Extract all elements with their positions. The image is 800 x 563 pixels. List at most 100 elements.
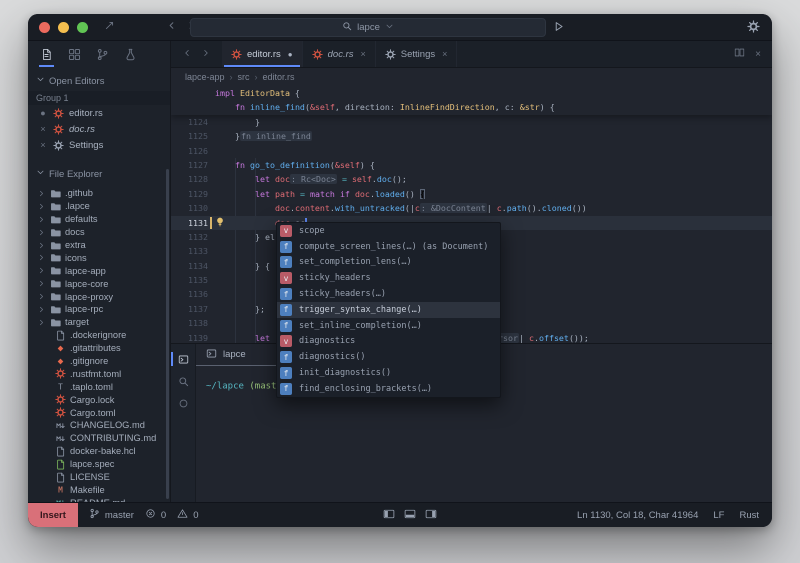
open-editor-item[interactable]: ×doc.rs bbox=[28, 121, 170, 137]
tree-file-item[interactable]: CONTRIBUTING.md bbox=[28, 432, 170, 445]
chevron-right-icon bbox=[37, 266, 46, 275]
completion-item[interactable]: fdiagnostics() bbox=[277, 349, 500, 365]
window-menu-icon[interactable] bbox=[104, 18, 115, 36]
completion-item[interactable]: fsticky_headers(…) bbox=[277, 286, 500, 302]
file-tree: .github.lapcedefaultsdocsextraiconslapce… bbox=[28, 187, 170, 502]
command-palette[interactable]: lapce bbox=[190, 18, 546, 37]
back-button[interactable] bbox=[166, 18, 177, 36]
tree-file-item[interactable]: Cargo.toml bbox=[28, 406, 170, 419]
code-line[interactable]: 1127 fn go_to_definition(&self) { bbox=[171, 158, 772, 172]
completion-item[interactable]: ftrigger_syntax_change(…) bbox=[277, 302, 500, 318]
completion-item[interactable]: vdiagnostics bbox=[277, 334, 500, 350]
code-line[interactable]: 1130 doc.content.with_untracked(|c: &Doc… bbox=[171, 201, 772, 215]
plugin-panel-button[interactable] bbox=[60, 41, 88, 67]
error-indicator[interactable]: 0 bbox=[145, 508, 166, 522]
sidebar-scrollbar[interactable] bbox=[166, 169, 169, 499]
tree-folder-item[interactable]: extra bbox=[28, 239, 170, 252]
file-explorer-header[interactable]: File Explorer bbox=[28, 166, 170, 182]
close-icon[interactable]: × bbox=[38, 124, 48, 134]
warning-indicator[interactable]: 0 bbox=[177, 508, 198, 522]
completion-item[interactable]: vscope bbox=[277, 223, 500, 239]
tree-file-item[interactable]: T.taplo.toml bbox=[28, 380, 170, 393]
completion-item[interactable]: finit_diagnostics() bbox=[277, 365, 500, 381]
split-editor-icon[interactable] bbox=[734, 45, 745, 63]
code-line[interactable]: 1124 } bbox=[171, 115, 772, 129]
function-kind-icon: f bbox=[280, 288, 292, 300]
tree-file-item[interactable]: docker-bake.hcl bbox=[28, 445, 170, 458]
tree-item-label: docker-bake.hcl bbox=[70, 446, 136, 456]
tree-file-item[interactable]: .rustfmt.toml bbox=[28, 367, 170, 380]
terminal-panel-button[interactable] bbox=[171, 348, 195, 370]
tree-folder-item[interactable]: lapce-app bbox=[28, 264, 170, 277]
modified-dot-icon[interactable]: ● bbox=[288, 50, 293, 59]
language-mode[interactable]: Rust bbox=[739, 510, 759, 521]
tree-item-label: .gitattributes bbox=[70, 343, 121, 353]
tree-file-item[interactable]: lapce.spec bbox=[28, 458, 170, 471]
tree-file-item[interactable]: LICENSE bbox=[28, 471, 170, 484]
branch-indicator[interactable]: master bbox=[89, 508, 134, 522]
code-line[interactable]: 1128 let doc: Rc<Doc> = self.doc(); bbox=[171, 172, 772, 186]
settings-gear-icon[interactable] bbox=[747, 20, 760, 38]
toggle-left-panel-icon[interactable] bbox=[383, 508, 395, 523]
cursor-position[interactable]: Ln 1130, Col 18, Char 41964 bbox=[577, 510, 698, 521]
tab-editor-rs[interactable]: editor.rs● bbox=[222, 41, 303, 67]
toggle-bottom-panel-icon[interactable] bbox=[404, 508, 416, 523]
tree-file-item[interactable]: .gitattributes bbox=[28, 342, 170, 355]
completion-item[interactable]: fset_inline_completion(…) bbox=[277, 318, 500, 334]
open-editor-item[interactable]: ●editor.rs bbox=[28, 105, 170, 121]
tree-file-item[interactable]: .gitignore bbox=[28, 355, 170, 368]
breadcrumb-part[interactable]: lapce-app bbox=[185, 72, 225, 82]
code-line[interactable]: 1126 bbox=[171, 144, 772, 158]
open-editors-header[interactable]: Open Editors bbox=[28, 73, 170, 89]
toggle-right-panel-icon[interactable] bbox=[425, 508, 437, 523]
error-icon bbox=[145, 508, 156, 522]
modified-dot-icon[interactable]: ● bbox=[38, 108, 48, 118]
tree-folder-item[interactable]: target bbox=[28, 316, 170, 329]
close-editor-icon[interactable]: × bbox=[755, 49, 761, 60]
close-icon[interactable]: × bbox=[38, 140, 48, 150]
close-icon[interactable]: × bbox=[361, 49, 366, 59]
breadcrumb-part[interactable]: src bbox=[238, 72, 250, 82]
tree-file-item[interactable]: MMakefile bbox=[28, 483, 170, 496]
completion-item[interactable]: vsticky_headers bbox=[277, 270, 500, 286]
tree-folder-item[interactable]: lapce-rpc bbox=[28, 303, 170, 316]
code-line[interactable]: 1129 let path = match if doc.loaded() { bbox=[171, 187, 772, 201]
open-editor-item[interactable]: ×Settings bbox=[28, 137, 170, 153]
line-ending[interactable]: LF bbox=[713, 510, 724, 521]
tree-folder-item[interactable]: docs bbox=[28, 226, 170, 239]
tab-forward-button[interactable] bbox=[201, 45, 211, 63]
completion-item[interactable]: fcompute_screen_lines(…) (as Document) bbox=[277, 239, 500, 255]
tab-back-button[interactable] bbox=[182, 45, 192, 63]
completion-item[interactable]: fset_completion_lens(…) bbox=[277, 255, 500, 271]
minimize-window-button[interactable] bbox=[58, 22, 69, 33]
code-line[interactable]: 1125 }fn inline_find bbox=[171, 129, 772, 143]
close-window-button[interactable] bbox=[39, 22, 50, 33]
tab-Settings[interactable]: Settings× bbox=[376, 41, 458, 67]
file-explorer-button[interactable] bbox=[32, 41, 60, 67]
tree-file-item[interactable]: .dockerignore bbox=[28, 329, 170, 342]
tree-folder-item[interactable]: icons bbox=[28, 251, 170, 264]
search-panel-button[interactable] bbox=[171, 370, 195, 392]
tree-file-item[interactable]: Cargo.lock bbox=[28, 393, 170, 406]
tree-folder-item[interactable]: lapce-proxy bbox=[28, 290, 170, 303]
completion-item[interactable]: ffind_enclosing_brackets(…) bbox=[277, 381, 500, 397]
breadcrumb-part[interactable]: editor.rs bbox=[263, 72, 295, 82]
tree-file-item[interactable]: CHANGELOG.md bbox=[28, 419, 170, 432]
folder-icon bbox=[50, 188, 61, 199]
tree-folder-item[interactable]: defaults bbox=[28, 213, 170, 226]
close-icon[interactable]: × bbox=[442, 49, 447, 59]
editor-mode-badge[interactable]: Insert bbox=[28, 503, 78, 527]
debug-panel-button[interactable] bbox=[116, 41, 144, 67]
problems-panel-button[interactable] bbox=[171, 392, 195, 414]
tree-folder-item[interactable]: .lapce bbox=[28, 200, 170, 213]
tree-folder-item[interactable]: .github bbox=[28, 187, 170, 200]
run-button[interactable] bbox=[552, 20, 565, 38]
folder-icon bbox=[50, 278, 61, 289]
source-control-panel-button[interactable] bbox=[88, 41, 116, 67]
tab-doc-rs[interactable]: doc.rs× bbox=[303, 41, 376, 67]
zoom-window-button[interactable] bbox=[77, 22, 88, 33]
code-line[interactable]: fn inline_find(&self, direction: InlineF… bbox=[171, 100, 772, 114]
code-line[interactable]: impl EditorData { bbox=[171, 86, 772, 100]
code-text bbox=[208, 244, 215, 258]
tree-folder-item[interactable]: lapce-core bbox=[28, 277, 170, 290]
